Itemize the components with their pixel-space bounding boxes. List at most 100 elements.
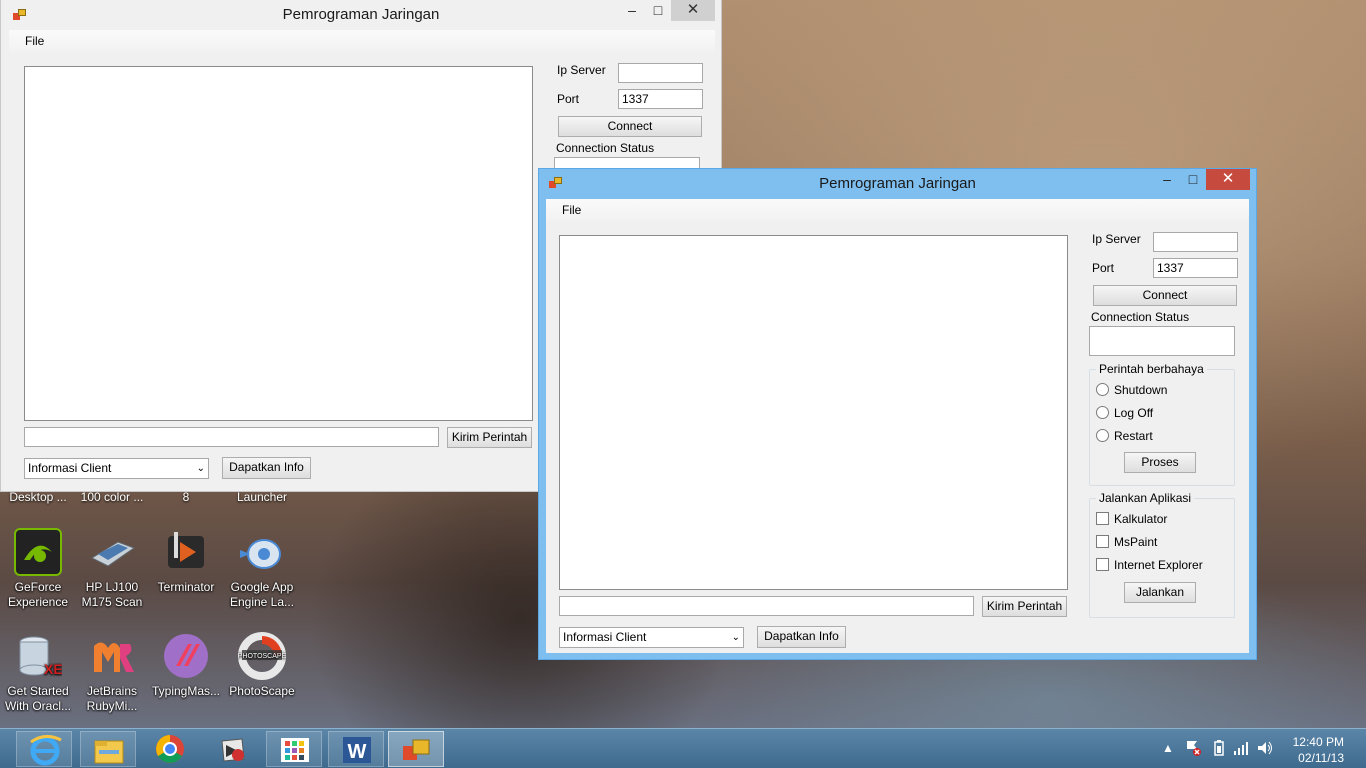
info-combo-value: Informasi Client [28,461,112,475]
desktop-icon-label[interactable]: Desktop ... [0,490,76,504]
run-apps-group: Jalankan Aplikasi Kalkulator MsPaint Int… [1089,491,1235,618]
radio-shutdown-label[interactable]: Shutdown [1114,383,1167,397]
port-input[interactable]: 1337 [1153,258,1238,278]
desktop-icon-label[interactable]: 8 [148,490,224,504]
get-info-button[interactable]: Dapatkan Info [222,457,311,479]
menu-file[interactable]: File [562,203,581,217]
desktop-icon-rubymine[interactable]: JetBrains RubyMi... [74,632,150,714]
window-front[interactable]: Pemrograman Jaringan – □ ✕ File Ip Serve… [538,168,1257,660]
file-explorer-icon [94,740,124,764]
chevron-down-icon: ⌄ [196,463,205,474]
radio-restart-label[interactable]: Restart [1114,429,1153,443]
ip-server-input[interactable] [618,63,703,83]
title-bar[interactable]: Pemrograman Jaringan – □ ✕ [1,0,721,30]
taskbar-file-explorer[interactable] [80,731,136,767]
desktop-icon-label: HP LJ100 [85,580,139,594]
maximize-button[interactable]: □ [1179,169,1207,190]
close-button[interactable]: ✕ [1206,169,1250,190]
taskbar-word[interactable]: W [328,731,384,767]
connect-button[interactable]: Connect [558,116,702,137]
minimize-button[interactable]: – [618,0,646,21]
desktop-icon-label: GeForce [14,580,62,594]
menu-file[interactable]: File [25,34,44,48]
battery-icon[interactable] [1212,739,1226,760]
winamp-icon [221,738,245,762]
photoscape-icon: PHOTOSCAPE [238,632,287,680]
radio-restart[interactable] [1096,429,1109,442]
port-label: Port [557,92,580,106]
desktop-icon-google-app-engine[interactable]: Google App Engine La... [224,528,300,610]
message-log-area[interactable] [559,235,1068,590]
network-icon[interactable] [1232,739,1250,760]
action-center-icon[interactable] [1184,739,1202,760]
apps-grid-icon [281,738,309,762]
command-input[interactable] [24,427,439,447]
info-combo[interactable]: Informasi Client ⌄ [24,458,209,479]
radio-logoff-label[interactable]: Log Off [1114,406,1153,420]
ip-server-label: Ip Server [1092,232,1141,246]
desktop-icon-label: M175 Scan [81,595,143,609]
desktop-icon-typingmaster[interactable]: TypingMas... [148,632,224,699]
port-input[interactable]: 1337 [618,89,703,109]
radio-logoff[interactable] [1096,406,1109,419]
message-log-area[interactable] [24,66,533,421]
command-input[interactable] [559,596,974,616]
svg-text:PHOTOSCAPE: PHOTOSCAPE [238,653,286,660]
client-area: File Ip Server Port 1337 Connect Connect… [546,199,1249,653]
send-command-button[interactable]: Kirim Perintah [447,427,532,448]
desktop-icon-label: Get Started [7,684,69,698]
checkbox-ie-label[interactable]: Internet Explorer [1114,558,1203,572]
send-command-button[interactable]: Kirim Perintah [982,596,1067,617]
taskbar-apps-grid[interactable] [266,731,322,767]
group-title: Jalankan Aplikasi [1096,491,1195,505]
desktop-icon-hp-scan[interactable]: HP LJ100 M175 Scan [74,528,150,610]
checkbox-mspaint-label[interactable]: MsPaint [1114,535,1157,549]
desktop-icon-geforce[interactable]: GeForce Experience [0,528,76,610]
connection-status-label: Connection Status [1091,310,1190,324]
checkbox-calculator[interactable] [1096,512,1109,525]
taskbar-winamp[interactable] [204,731,260,767]
checkbox-calculator-label[interactable]: Kalkulator [1114,512,1167,526]
internet-explorer-icon [30,735,62,766]
desktop-icon-label: Experience [7,595,69,609]
taskbar-chrome[interactable] [142,731,198,767]
radio-shutdown[interactable] [1096,383,1109,396]
nvidia-icon [14,528,62,576]
close-button[interactable]: ✕ [671,0,715,21]
taskbar-internet-explorer[interactable] [16,731,72,767]
svg-text:W: W [348,741,367,763]
get-info-button[interactable]: Dapatkan Info [757,626,846,648]
desktop-icon-label[interactable]: 100 color ... [74,490,150,504]
menu-bar: File [546,199,1249,221]
scanner-icon [88,528,136,576]
show-hidden-icons-icon[interactable]: ▲ [1162,741,1174,755]
desktop-icon-label: Terminator [157,580,215,594]
run-button[interactable]: Jalankan [1124,582,1196,603]
info-combo[interactable]: Informasi Client ⌄ [559,627,744,648]
desktop-icon-label: RubyMi... [86,699,138,713]
desktop-icon-oracle[interactable]: XE Get Started With Oracl... [0,632,76,714]
taskbar-winforms-app[interactable] [388,731,444,767]
maximize-button[interactable]: □ [644,0,672,21]
connect-button[interactable]: Connect [1093,285,1237,306]
checkbox-mspaint[interactable] [1096,535,1109,548]
ip-server-input[interactable] [1153,232,1238,252]
dangerous-commands-group: Perintah berbahaya Shutdown Log Off Rest… [1089,362,1235,486]
desktop-icon-photoscape[interactable]: PHOTOSCAPE PhotoScape [224,632,300,699]
volume-icon[interactable] [1256,739,1274,760]
system-clock[interactable]: 12:40 PM 02/11/13 [1293,734,1344,766]
desktop-icon-label[interactable]: Launcher [224,490,300,504]
ip-server-label: Ip Server [557,63,606,77]
rubymine-icon [88,632,136,680]
typingmaster-icon [162,632,210,680]
desktop-icon-label: PhotoScape [229,684,295,698]
desktop-icon-label: TypingMas... [151,684,221,698]
port-label: Port [1092,261,1115,275]
checkbox-ie[interactable] [1096,558,1109,571]
minimize-button[interactable]: – [1153,169,1181,190]
process-button[interactable]: Proses [1124,452,1196,473]
title-bar[interactable]: Pemrograman Jaringan – □ ✕ [539,169,1256,199]
terminator-icon [162,528,210,576]
desktop-icon-label: Google App [230,580,294,594]
desktop-icon-terminator[interactable]: Terminator [148,528,224,595]
